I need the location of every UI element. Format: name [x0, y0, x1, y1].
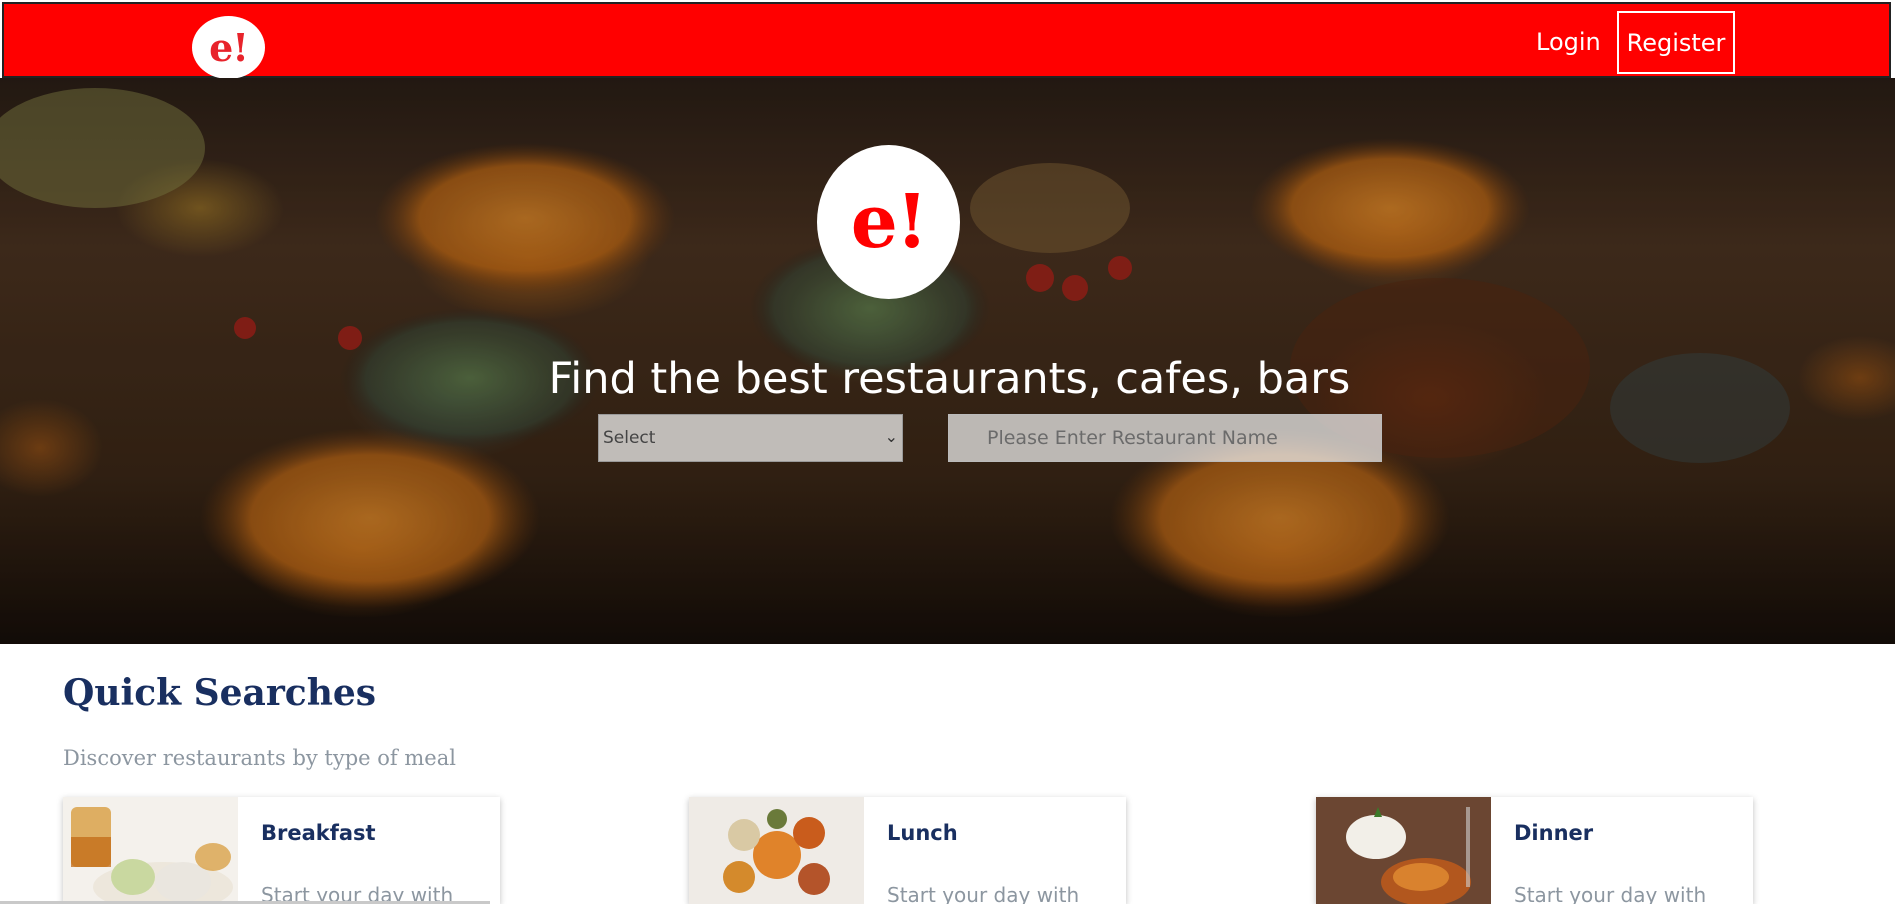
card-title: Dinner — [1514, 821, 1594, 845]
lunch-image — [689, 797, 864, 904]
top-navbar: e! Login Register — [2, 2, 1891, 79]
card-title: Breakfast — [261, 821, 376, 845]
quick-searches-title: Quick Searches — [63, 672, 377, 714]
restaurant-search-input[interactable] — [948, 414, 1382, 462]
breakfast-image — [63, 797, 238, 904]
hero-logo: e! — [817, 145, 960, 299]
location-select-value: Select — [603, 428, 656, 448]
meal-card-lunch[interactable]: Lunch Start your day with — [689, 797, 1126, 904]
hero-title: Find the best restaurants, cafes, bars — [0, 351, 1895, 407]
login-link[interactable]: Login — [1536, 24, 1601, 60]
card-description: Start your day with — [887, 883, 1080, 904]
dinner-image — [1316, 797, 1491, 904]
location-select[interactable]: Select ⌄ — [598, 414, 903, 462]
quick-searches-subtitle: Discover restaurants by type of meal — [63, 746, 456, 770]
chevron-down-icon: ⌄ — [884, 427, 898, 446]
card-title: Lunch — [887, 821, 958, 845]
meal-card-breakfast[interactable]: Breakfast Start your day with — [63, 797, 500, 904]
hero-banner: e! Find the best restaurants, cafes, bar… — [0, 78, 1895, 644]
register-button[interactable]: Register — [1617, 11, 1735, 74]
meal-card-dinner[interactable]: Dinner Start your day with — [1316, 797, 1753, 904]
card-description: Start your day with — [1514, 883, 1707, 904]
brand-logo[interactable]: e! — [192, 16, 265, 79]
hero-title-text: Find the best restaurants, cafes, bars — [548, 354, 1351, 404]
